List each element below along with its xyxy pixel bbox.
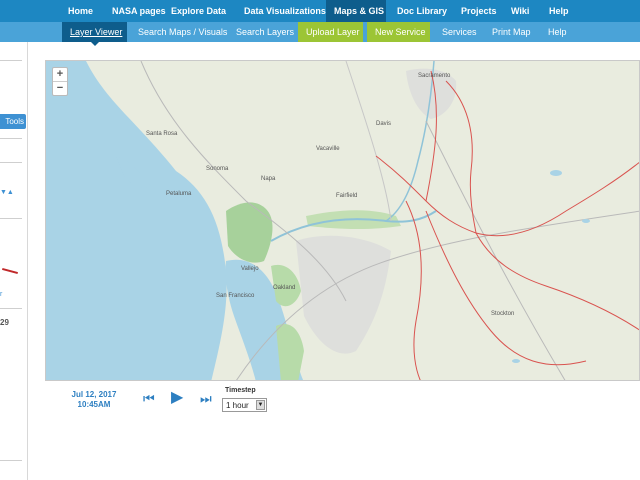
tab-search-maps-visuals[interactable]: Search Maps / Visuals	[130, 22, 235, 42]
map-label: Petaluma	[166, 191, 192, 197]
tab-upload-layer[interactable]: Upload Layer	[298, 22, 363, 42]
map-label: Vallejo	[241, 266, 259, 272]
nav-maps-gis[interactable]: Maps & GIS	[326, 0, 386, 22]
top-navigation: Home NASA pages Explore Data Data Visual…	[0, 0, 640, 22]
skip-back-icon[interactable]: ⏮	[143, 392, 155, 406]
nav-explore-data[interactable]: Explore Data	[163, 0, 234, 22]
tab-services[interactable]: Services	[434, 22, 485, 42]
map-label: Davis	[376, 121, 392, 127]
timestep-label: Timestep	[225, 387, 256, 394]
map-label: Fairfield	[336, 193, 358, 199]
tab-layer-viewer-label: Layer Viewer	[70, 27, 123, 37]
map-label: Sacramento	[418, 73, 451, 79]
legend-line-swatch	[2, 267, 18, 275]
map-label: Sonoma	[206, 166, 229, 172]
current-datetime: Jul 12, 2017 10:45AM	[68, 390, 120, 410]
current-date: Jul 12, 2017	[71, 390, 117, 399]
divider	[0, 308, 22, 309]
tab-print-map[interactable]: Print Map	[484, 22, 539, 42]
nav-doc-library[interactable]: Doc Library	[389, 0, 455, 22]
skip-forward-icon[interactable]: ⏭	[200, 392, 212, 406]
tab-new-service[interactable]: New Service	[367, 22, 430, 42]
map-label: Oakland	[273, 285, 296, 291]
map-label: Stockton	[491, 311, 515, 317]
zoom-out-button[interactable]: −	[53, 81, 67, 95]
tab-layer-viewer[interactable]: Layer Viewer	[62, 22, 127, 46]
divider	[0, 218, 22, 219]
layer-indicator-icon: r	[0, 291, 3, 298]
map-label: Santa Rosa	[146, 131, 178, 137]
zoom-in-button[interactable]: +	[53, 68, 67, 81]
left-panel: Tools ▼▲ r 29	[0, 42, 28, 480]
nav-help[interactable]: Help	[541, 0, 577, 22]
tab-search-layers[interactable]: Search Layers	[228, 22, 302, 42]
zoom-control: + −	[52, 67, 68, 96]
sub-navigation: Layer Viewer Search Maps / Visuals Searc…	[0, 22, 640, 46]
play-icon[interactable]: ▶	[171, 390, 183, 406]
chevron-down-icon: ▼	[256, 400, 265, 410]
nav-data-visualizations[interactable]: Data Visualizations	[236, 0, 334, 22]
nav-home[interactable]: Home	[60, 0, 101, 22]
map-label: Vacaville	[316, 146, 340, 152]
tools-button[interactable]: Tools	[0, 114, 26, 129]
nav-projects[interactable]: Projects	[453, 0, 505, 22]
active-tab-caret	[90, 42, 99, 46]
timestep-select[interactable]: 1 hour ▼	[222, 398, 267, 412]
timestep-value: 1 hour	[226, 401, 249, 410]
sort-arrows-icon[interactable]: ▼▲	[0, 189, 14, 196]
tab-help[interactable]: Help	[540, 22, 575, 42]
current-time: 10:45AM	[77, 400, 111, 409]
map-label: Napa	[261, 176, 276, 182]
map-viewer[interactable]: + − Sacramento Vallejo San Francisco Oak…	[45, 60, 640, 381]
basemap	[46, 61, 639, 380]
divider	[0, 60, 22, 61]
partial-number: 29	[0, 318, 9, 327]
nav-wiki[interactable]: Wiki	[503, 0, 537, 22]
map-label: San Francisco	[216, 293, 255, 299]
divider	[0, 460, 22, 461]
divider	[0, 138, 22, 139]
divider	[0, 162, 22, 163]
